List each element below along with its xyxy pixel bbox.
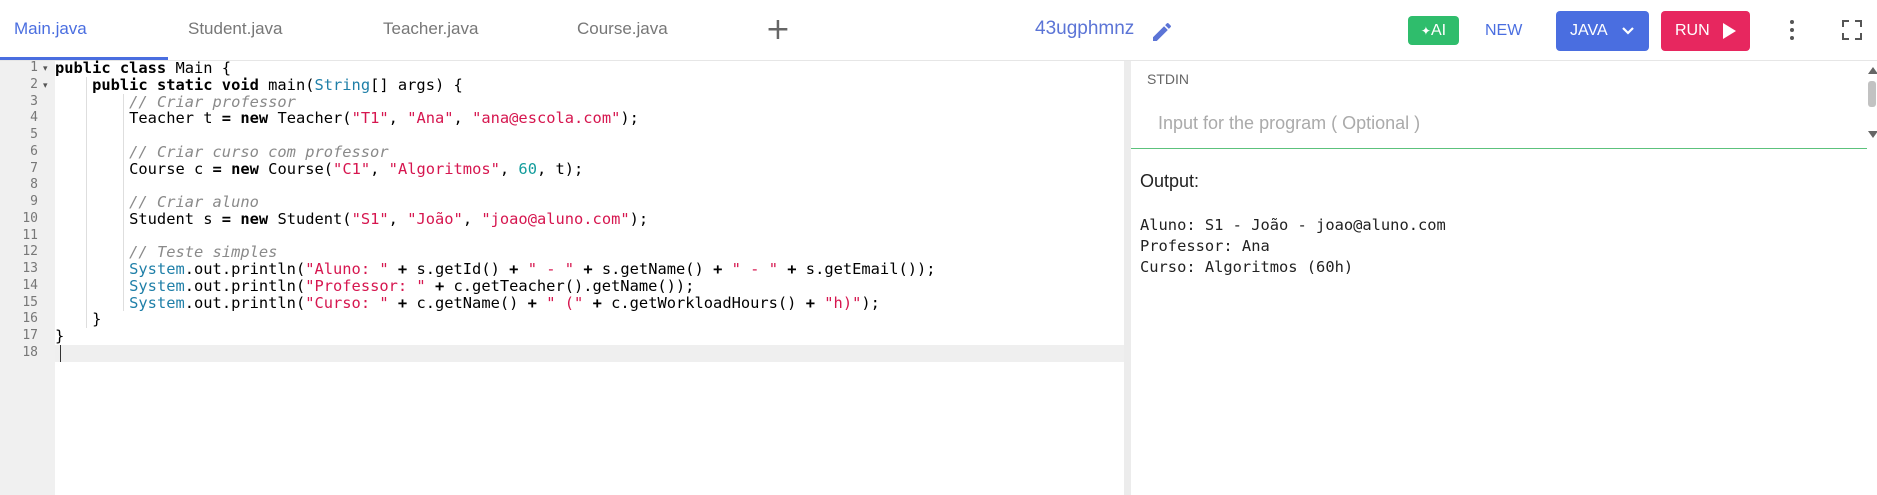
ai-label: AI — [1430, 22, 1447, 39]
fullscreen-icon[interactable] — [1841, 19, 1863, 41]
line-number: 4 — [30, 110, 38, 126]
line-number: 18 — [22, 344, 38, 360]
text-cursor — [60, 344, 61, 362]
code-line[interactable]: public static void main(String[] args) { — [55, 76, 463, 94]
plus-icon[interactable]: + — [765, 14, 791, 46]
code-line[interactable]: } — [55, 328, 64, 345]
pencil-icon[interactable] — [1150, 20, 1174, 44]
output-line: Curso: Algoritmos (60h) — [1140, 258, 1354, 276]
run-button[interactable]: RUN — [1661, 11, 1750, 51]
panel-resize-handle[interactable] — [1124, 61, 1131, 495]
code-line[interactable]: } — [55, 311, 101, 328]
scroll-thumb[interactable] — [1868, 81, 1876, 107]
line-number: 5 — [30, 127, 38, 142]
output-label: Output: — [1140, 171, 1200, 191]
line-number: 8 — [30, 177, 38, 193]
code-line[interactable]: System.out.println("Curso: " + c.getName… — [55, 294, 880, 312]
line-number: 3 — [30, 93, 38, 109]
code-line[interactable]: System.out.println("Aluno: " + s.getId()… — [55, 261, 935, 278]
output-line: Aluno: S1 - João - joao@aluno.com — [1140, 216, 1446, 234]
line-number: 12 — [22, 244, 38, 260]
line-number: 11 — [22, 227, 38, 243]
sparkle-icon: ✦ — [1420, 24, 1431, 38]
kebab-icon[interactable] — [1785, 18, 1799, 44]
line-number: 1 — [30, 60, 38, 75]
tab-teacher-java[interactable]: Teacher.java — [383, 0, 478, 60]
line-number: 9 — [30, 194, 38, 209]
top-toolbar: Main.java Student.java Teacher.java Cour… — [0, 0, 1877, 61]
chevron-down-icon — [1622, 27, 1634, 35]
scroll-down-icon[interactable] — [1868, 131, 1877, 138]
tab-student-java[interactable]: Student.java — [188, 0, 283, 60]
line-number: 10 — [22, 210, 38, 226]
fold-toggle-icon[interactable]: ▾ — [43, 60, 48, 77]
language-select-button[interactable]: JAVA — [1556, 11, 1649, 51]
new-button[interactable]: NEW — [1485, 0, 1522, 62]
line-number: 2 — [30, 76, 38, 92]
project-name[interactable]: 43ugphmnz — [1035, 0, 1134, 58]
code-line[interactable]: Student s = new Student("S1", "João", "j… — [55, 210, 648, 228]
line-number: 14 — [22, 277, 38, 293]
code-area[interactable]: public class Main { public static void m… — [55, 60, 1124, 495]
indent-guide — [123, 93, 125, 312]
code-line[interactable]: // Teste simples — [55, 244, 277, 261]
stdin-label: STDIN — [1147, 71, 1189, 87]
line-number: 17 — [22, 328, 38, 343]
run-label: RUN — [1675, 22, 1710, 39]
code-line[interactable]: System.out.println("Professor: " + c.get… — [55, 277, 694, 295]
language-label: JAVA — [1570, 22, 1608, 39]
tab-main-java[interactable]: Main.java — [14, 0, 87, 60]
tab-course-java[interactable]: Course.java — [577, 0, 668, 60]
io-panel: STDIN Output: Aluno: S1 - João - joao@al… — [1131, 61, 1877, 495]
code-line[interactable]: Course c = new Course("C1", "Algoritmos"… — [55, 160, 583, 178]
code-editor[interactable]: 1 ▾ 2 ▾ 3 4 5 6 7 8 9 10 11 12 13 14 15 16 17 18 public cla… — [0, 60, 1124, 495]
play-icon — [1723, 23, 1736, 39]
line-number: 6 — [30, 143, 38, 159]
scroll-up-icon[interactable] — [1868, 67, 1877, 74]
output-line: Professor: Ana — [1140, 237, 1270, 255]
line-number: 15 — [22, 294, 38, 310]
code-line[interactable]: public class Main { — [55, 60, 231, 77]
code-line[interactable]: Teacher t = new Teacher("T1", "Ana", "an… — [55, 110, 639, 127]
stdin-input[interactable] — [1131, 99, 1867, 149]
line-number: 13 — [22, 261, 38, 276]
code-line[interactable]: // Criar professor — [55, 93, 296, 111]
ai-button[interactable]: ✦AI — [1408, 16, 1459, 45]
indent-guide — [86, 76, 88, 328]
fold-toggle-icon[interactable]: ▾ — [43, 77, 48, 94]
line-number: 16 — [22, 311, 38, 327]
code-line[interactable]: // Criar curso com professor — [55, 143, 388, 161]
line-number-gutter: 1 ▾ 2 ▾ 3 4 5 6 7 8 9 10 11 12 13 14 15 16 17 18 — [0, 60, 55, 495]
line-number: 7 — [30, 160, 38, 176]
scrollbar[interactable] — [1867, 61, 1877, 141]
